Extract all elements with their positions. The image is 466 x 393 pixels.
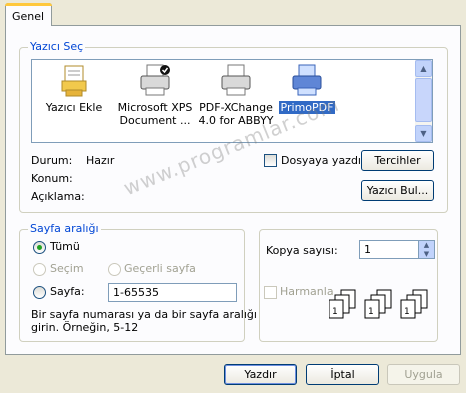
tab-general[interactable]: Genel	[5, 3, 52, 26]
current-page-label: Geçerli sayfa	[124, 262, 196, 275]
printer-group-title: Yazıcı Seç	[28, 40, 86, 53]
spin-down-icon[interactable]: ▼	[419, 250, 434, 258]
pages-radio[interactable]	[33, 286, 46, 299]
cancel-button[interactable]: İptal	[306, 364, 379, 385]
scroll-thumb[interactable]	[415, 78, 432, 122]
status-value: Hazır	[86, 154, 115, 167]
printer-item-xps[interactable]: Microsoft XPS Document ...	[115, 63, 195, 127]
current-page-radio[interactable]	[108, 263, 121, 276]
page-range-help: Bir sayfa numarası ya da bir sayfa aralı…	[31, 308, 257, 334]
pages-label: Sayfa:	[50, 285, 85, 298]
printer-list-scrollbar[interactable]: ▲ ▼	[415, 60, 432, 142]
location-label: Konum:	[31, 172, 73, 185]
copies-spinner[interactable]: ▲ ▼	[419, 240, 435, 259]
all-pages-radio[interactable]	[33, 241, 46, 254]
page-range-title: Sayfa aralığı	[28, 222, 101, 235]
printer-default-icon	[137, 63, 173, 99]
print-to-file-label: Dosyaya yazdır	[281, 154, 366, 167]
svg-text:1: 1	[368, 307, 374, 317]
add-printer-icon	[56, 63, 92, 99]
printer-name: Microsoft XPS Document ...	[117, 101, 193, 127]
all-pages-label: Tümü	[50, 240, 80, 253]
printer-item-add[interactable]: Yazıcı Ekle	[34, 63, 114, 114]
svg-text:1: 1	[332, 307, 338, 317]
selection-radio[interactable]	[33, 263, 46, 276]
scroll-up-icon[interactable]: ▲	[415, 60, 432, 77]
status-label: Durum:	[31, 154, 73, 167]
page-range-help-line2: girin. Örneğin, 5-12	[31, 321, 139, 334]
pages-input[interactable]: 1-65535	[108, 283, 237, 302]
print-button[interactable]: Yazdır	[224, 364, 297, 385]
copies-input[interactable]: 1	[359, 240, 419, 259]
page-range-help-line1: Bir sayfa numarası ya da bir sayfa aralı…	[31, 308, 257, 321]
scroll-down-icon[interactable]: ▼	[415, 125, 432, 142]
preferences-button[interactable]: Tercihler	[361, 150, 434, 171]
printer-item-pdfxchange[interactable]: PDF-XChange 4.0 for ABBYY	[196, 63, 276, 127]
apply-button[interactable]: Uygula	[387, 364, 460, 385]
printer-name: Yazıcı Ekle	[45, 101, 103, 114]
svg-text:1: 1	[404, 307, 410, 317]
collate-illustration-icon: 3 2 1 3 2 1 3 2 1	[328, 289, 433, 326]
tab-general-label: Genel	[12, 10, 45, 23]
selection-label: Seçim	[50, 262, 84, 275]
find-printer-button[interactable]: Yazıcı Bul...	[361, 180, 434, 201]
collate-checkbox[interactable]	[264, 286, 277, 299]
printer-icon	[218, 63, 254, 99]
collate-label: Harmanla	[280, 285, 334, 298]
print-to-file-checkbox[interactable]	[264, 154, 277, 167]
printer-list[interactable]: Yazıcı Ekle Microsoft XPS Document ... P…	[31, 59, 433, 143]
comment-label: Açıklama:	[31, 190, 85, 203]
copies-label: Kopya sayısı:	[266, 244, 338, 257]
spin-up-icon[interactable]: ▲	[419, 241, 434, 250]
primopdf-printer-icon	[289, 63, 325, 99]
